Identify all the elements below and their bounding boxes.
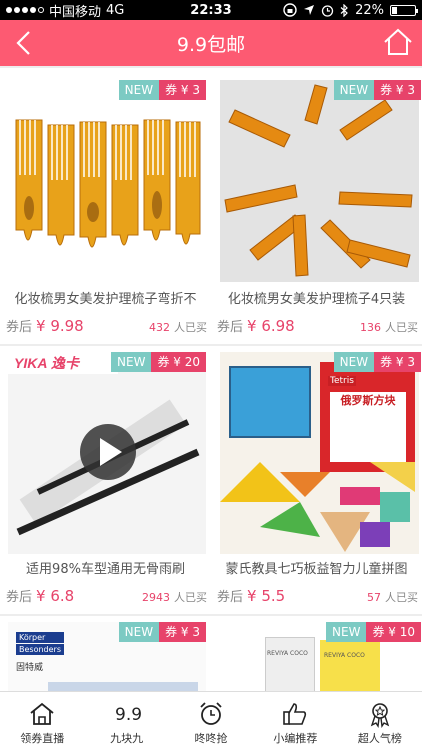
product-card[interactable]: NEW 券 ¥ 3 化妆梳男女美发护理梳子弯折不 券后 ¥ 9.98 432 人… xyxy=(0,68,211,344)
medal-icon xyxy=(370,703,390,728)
new-badge: NEW xyxy=(111,352,152,372)
price-label: 券后 xyxy=(217,320,244,335)
new-badge: NEW xyxy=(333,352,375,372)
product-image-tangram[interactable]: Tetris 俄罗斯方块 xyxy=(220,352,419,554)
battery-icon xyxy=(390,4,418,16)
tab-nine-nine[interactable]: 9.9 九块九 xyxy=(84,692,168,751)
box-title: 俄罗斯方块 xyxy=(340,394,396,407)
home-icon[interactable] xyxy=(382,26,414,58)
carrier-name: 中国移动 xyxy=(49,4,102,20)
back-arrow-icon[interactable] xyxy=(10,28,40,58)
brand-text-1: REVIYA COCO xyxy=(267,650,308,657)
tab-bar: 领券直播 9.9 九块九 咚咚抢 小编推荐 超人气榜 xyxy=(0,691,422,751)
coupon-badge: 券 ¥ 3 xyxy=(159,80,206,100)
product-name: 化妆梳男女美发护理梳子4只装 xyxy=(227,292,406,307)
sold-count: 136 xyxy=(360,321,381,334)
bluetooth-icon xyxy=(340,3,348,17)
product-name: 蒙氏教具七巧板益智力儿童拼图 xyxy=(225,562,408,577)
brand-text-1: Körper xyxy=(16,632,64,643)
product-grid: NEW 券 ¥ 3 化妆梳男女美发护理梳子弯折不 券后 ¥ 9.98 432 人… xyxy=(0,68,422,691)
sold-label: 人已买 xyxy=(174,591,207,604)
sold-count: 57 xyxy=(367,591,381,604)
price: ¥ 6.98 xyxy=(247,317,295,335)
lock-rotation-icon xyxy=(283,3,297,17)
tab-coupon-live[interactable]: 领券直播 xyxy=(0,692,84,751)
tab-label: 九块九 xyxy=(110,732,144,745)
tab-popular-ranking[interactable]: 超人气榜 xyxy=(338,692,422,751)
box-brand: Tetris xyxy=(328,376,356,386)
nav-bar: 9.9包邮 xyxy=(0,20,422,66)
coupon-badge: 券 ¥ 3 xyxy=(374,352,421,372)
brand-text-3: 固特威 xyxy=(16,663,44,673)
product-card[interactable]: Tetris 俄罗斯方块 NEW 券 ¥ 3 蒙氏教具七巧板益智力儿童拼图 券后… xyxy=(211,346,422,614)
thumbs-up-icon xyxy=(283,703,307,725)
tab-flash-sale[interactable]: 咚咚抢 xyxy=(169,692,253,751)
tab-editor-picks[interactable]: 小编推荐 xyxy=(253,692,337,751)
home-icon xyxy=(30,702,54,725)
product-image-combs[interactable] xyxy=(8,80,206,282)
svg-text:9.9: 9.9 xyxy=(115,705,141,725)
sold-count: 432 xyxy=(149,321,170,334)
tab-label: 小编推荐 xyxy=(273,732,318,745)
price: ¥ 5.5 xyxy=(247,587,286,605)
sold-count: 2943 xyxy=(142,591,170,604)
product-image-combs-set[interactable] xyxy=(220,80,419,282)
product-card[interactable]: REVIYA COCO REVIYA COCO NEW 券 ¥ 10 xyxy=(211,616,422,691)
location-icon xyxy=(304,5,315,15)
tab-label: 超人气榜 xyxy=(357,732,402,745)
new-badge: NEW xyxy=(118,622,160,642)
tab-label: 领券直播 xyxy=(20,732,65,745)
sold-label: 人已买 xyxy=(385,591,418,604)
price: ¥ 6.8 xyxy=(36,587,75,605)
signal-strength-icon xyxy=(6,7,44,13)
price-label: 券后 xyxy=(217,590,244,605)
product-card[interactable]: NEW 券 ¥ 3 化妆梳男女美发护理梳子4只装 券后 ¥ 6.98 136 人… xyxy=(211,68,422,344)
page-title: 9.9包邮 xyxy=(176,33,246,56)
alarm-icon xyxy=(321,4,334,17)
product-name: 化妆梳男女美发护理梳子弯折不 xyxy=(14,292,197,307)
brand-text-2: Besonders xyxy=(16,644,64,655)
coupon-badge: 券 ¥ 3 xyxy=(374,80,421,100)
network-type: 4G xyxy=(106,2,125,18)
sold-label: 人已买 xyxy=(174,321,207,334)
new-badge: NEW xyxy=(333,80,375,100)
price: ¥ 9.98 xyxy=(36,317,84,335)
sold-label: 人已买 xyxy=(385,321,418,334)
battery-percent: 22% xyxy=(355,2,384,18)
new-badge: NEW xyxy=(118,80,160,100)
price-label: 券后 xyxy=(6,590,33,605)
product-card[interactable]: Körper Besonders 固特威 NEW 券 ¥ 3 xyxy=(0,616,211,691)
product-name: 适用98%车型通用无骨雨刷 xyxy=(26,562,185,577)
price-label: 券后 xyxy=(6,320,33,335)
coupon-badge: 券 ¥ 3 xyxy=(159,622,206,642)
status-bar: 中国移动 4G 22:33 22% xyxy=(0,0,422,20)
nine-nine-icon: 9.9 xyxy=(115,705,141,725)
product-card[interactable]: YIKA 逸卡 NEW 券 ¥ 20 适用98%车型通用无骨雨刷 券后 ¥ 6.… xyxy=(0,346,211,614)
tab-label: 咚咚抢 xyxy=(194,732,228,745)
new-badge: NEW xyxy=(326,622,367,642)
brand-text-2: REVIYA COCO xyxy=(324,652,365,659)
coupon-badge: 券 ¥ 20 xyxy=(151,352,206,372)
coupon-badge: 券 ¥ 10 xyxy=(366,622,421,642)
alarm-clock-icon xyxy=(200,702,222,725)
product-image-wiper[interactable]: YIKA 逸卡 xyxy=(8,352,206,554)
